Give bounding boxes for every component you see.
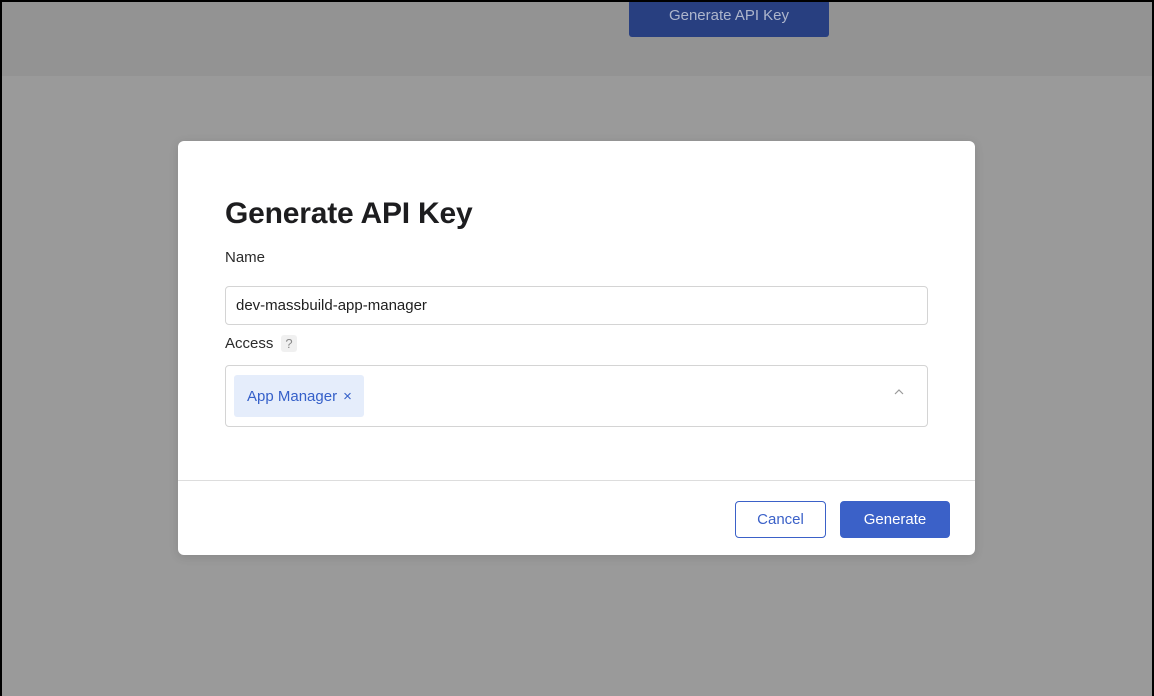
generate-button[interactable]: Generate bbox=[840, 501, 950, 538]
name-label: Name bbox=[225, 249, 266, 266]
access-tag-app-manager: App Manager × bbox=[234, 375, 364, 417]
access-label: Access bbox=[225, 335, 274, 352]
question-icon[interactable]: ? bbox=[281, 335, 297, 352]
background-header bbox=[2, 2, 1152, 76]
access-label-row: Access ? bbox=[225, 335, 297, 352]
access-tag-label: App Manager bbox=[247, 387, 338, 405]
modal-title: Generate API Key bbox=[225, 197, 473, 230]
app-window: Generate API Key Generate API Key Name A… bbox=[0, 0, 1154, 696]
chevron-up-icon[interactable] bbox=[894, 388, 904, 396]
access-select[interactable]: App Manager × bbox=[225, 365, 928, 427]
modal-footer-divider bbox=[178, 480, 975, 481]
name-input[interactable] bbox=[225, 286, 928, 325]
background-generate-api-key-button[interactable]: Generate API Key bbox=[629, 2, 829, 37]
cancel-button[interactable]: Cancel bbox=[735, 501, 826, 538]
generate-api-key-modal: Generate API Key Name Access ? App Manag… bbox=[178, 141, 975, 555]
close-icon[interactable]: × bbox=[343, 388, 352, 405]
